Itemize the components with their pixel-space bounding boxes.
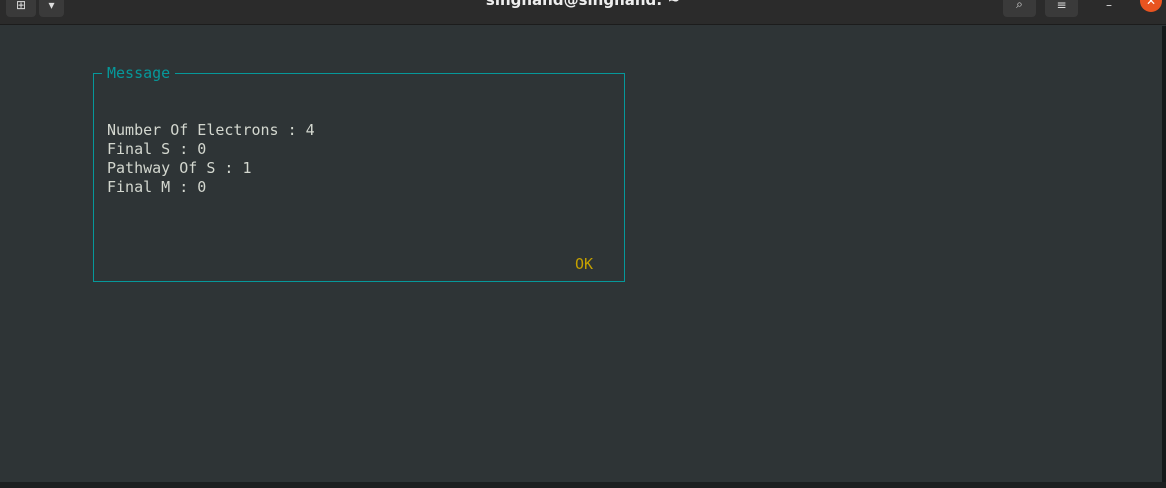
hamburger-menu-button[interactable]: ≡	[1045, 0, 1078, 17]
message-line: Final S : 0	[107, 140, 207, 158]
message-line: Pathway Of S : 1	[107, 159, 252, 177]
close-button[interactable]: ✕	[1140, 0, 1162, 12]
hamburger-icon: ≡	[1056, 0, 1067, 12]
window-title: singhand@singhand: ~	[485, 0, 681, 9]
message-line: Final M : 0	[107, 178, 207, 196]
scrollbar[interactable]	[1162, 26, 1166, 482]
title-bar: ⊞ ▾ singhand@singhand: ~ ⌕ ≡ – ✕	[0, 0, 1166, 25]
message-body: Number Of Electrons : 4 Final S : 0 Pathwa…	[107, 102, 315, 197]
message-dialog: Message Number Of Electrons : 4 Final S :…	[93, 65, 625, 282]
dialog-title: Message	[102, 65, 176, 82]
ok-button[interactable]: OK	[575, 255, 593, 274]
close-icon: ✕	[1145, 0, 1157, 8]
search-icon: ⌕	[1016, 0, 1023, 11]
bottom-edge	[0, 482, 1166, 488]
message-line: Number Of Electrons : 4	[107, 121, 315, 139]
minimize-icon: –	[1106, 0, 1112, 12]
search-button[interactable]: ⌕	[1003, 0, 1036, 17]
minimize-button[interactable]: –	[1095, 0, 1123, 17]
